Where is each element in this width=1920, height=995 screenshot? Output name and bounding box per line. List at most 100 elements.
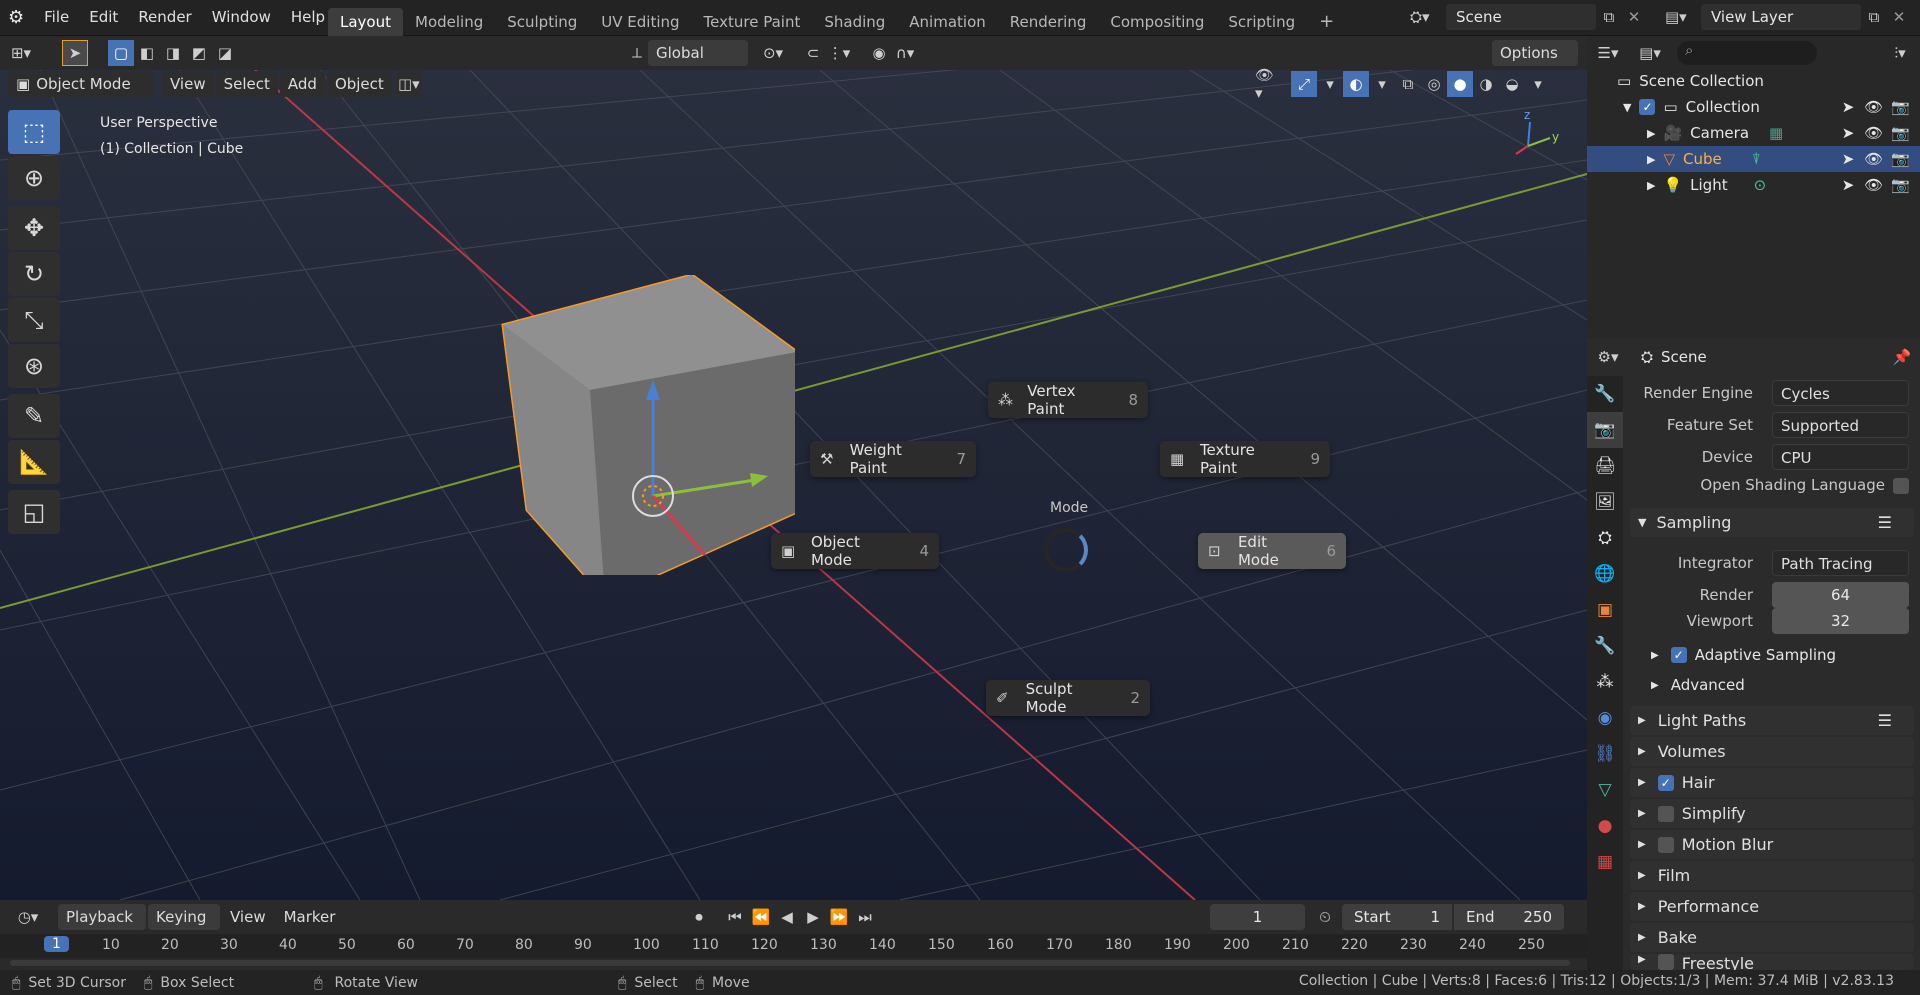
start-frame-field[interactable]: Start 1 [1342, 904, 1452, 930]
render-tab-icon[interactable]: 📷 [1587, 412, 1623, 448]
shading-wireframe-icon[interactable]: ◎ [1421, 71, 1447, 97]
falloff-icon[interactable]: ∩▾ [892, 40, 918, 66]
menu-object[interactable]: Object [326, 71, 392, 97]
texture-tab-icon[interactable]: ▦ [1587, 844, 1623, 880]
light-paths-panel[interactable]: ▶ Light Paths ☰ [1630, 706, 1914, 735]
gizmo-dropdown-icon[interactable]: ▾ [1317, 71, 1343, 97]
jump-start-icon[interactable]: ⏮ [722, 904, 748, 930]
output-tab-icon[interactable]: 🖨 [1587, 448, 1623, 484]
camera-data-icon[interactable]: ▦ [1769, 124, 1783, 142]
bake-panel[interactable]: ▶ Bake [1630, 923, 1914, 952]
mode-dropdown[interactable]: ▣ Object Mode [8, 71, 154, 97]
data-tab-icon[interactable]: ▽ [1587, 772, 1623, 808]
expand-arrow-icon[interactable]: ▶ [1647, 127, 1655, 140]
pie-item-edit-mode[interactable]: ⊡ Edit Mode 6 [1198, 533, 1346, 569]
rotate-tool-icon[interactable]: ↻ [8, 252, 60, 296]
view-layer-tab-icon[interactable]: 🖼 [1587, 484, 1623, 520]
timeline-editor-type-icon[interactable]: ◷▾ [8, 904, 48, 930]
render-toggle-icon[interactable]: 📷 [1891, 98, 1910, 116]
end-frame-field[interactable]: End 250 [1454, 904, 1564, 930]
select-intersect-icon[interactable]: ◪ [212, 40, 238, 66]
add-workspace-button[interactable]: + [1307, 8, 1346, 36]
freestyle-checkbox[interactable] [1657, 954, 1674, 970]
overlays-toggle-icon[interactable]: ◐ [1343, 71, 1369, 97]
jump-keyframe-forward-icon[interactable]: ⏩ [826, 904, 852, 930]
move-tool-icon[interactable]: ✥ [8, 206, 60, 250]
select-toggle-icon[interactable]: ➤ [1842, 124, 1855, 142]
transform-affect-icon[interactable]: ◫▾ [395, 71, 422, 97]
feature-set-dropdown[interactable]: Supported [1772, 412, 1909, 438]
record-icon[interactable]: ⏺ [686, 904, 712, 930]
osl-checkbox[interactable] [1893, 478, 1909, 494]
preview-range-icon[interactable]: ⏲ [1312, 904, 1338, 930]
mesh-data-icon[interactable]: ⍒ [1752, 150, 1761, 168]
delete-scene-icon[interactable]: ✕ [1622, 8, 1646, 26]
tab-layout[interactable]: Layout [328, 8, 403, 36]
menu-edit[interactable]: Edit [79, 0, 128, 34]
frame-ruler[interactable]: 1 10 20 30 40 50 60 70 80 90 100 110 120 130 140 150 160… [0, 934, 1587, 958]
adaptive-sampling-checkbox[interactable]: ✓ [1670, 647, 1687, 663]
new-view-layer-icon[interactable]: ⧉ [1861, 8, 1887, 26]
marker-menu[interactable]: Marker [276, 904, 344, 930]
options-dropdown[interactable]: Options [1492, 40, 1578, 66]
menu-render[interactable]: Render [128, 0, 201, 34]
select-box-tool-icon[interactable]: ⬚ [8, 110, 60, 154]
viewport-samples-field[interactable]: 32 [1772, 608, 1909, 634]
timeline-view-menu[interactable]: View [222, 904, 274, 930]
tab-shading[interactable]: Shading [812, 8, 897, 36]
select-toggle-icon[interactable]: ➤ [1842, 150, 1855, 168]
render-toggle-icon[interactable]: 📷 [1891, 176, 1910, 194]
scene-icon[interactable]: ⛭▾ [1410, 8, 1446, 26]
cursor-tool-icon[interactable]: ⊕ [8, 156, 60, 200]
advanced-subpanel[interactable]: ▶ Advanced [1651, 676, 1745, 694]
visibility-icon[interactable]: 👁▾ [1255, 66, 1281, 102]
tab-texture-paint[interactable]: Texture Paint [692, 8, 813, 36]
constraints-tab-icon[interactable]: ⛓ [1587, 736, 1623, 772]
new-scene-icon[interactable]: ⧉ [1596, 8, 1622, 26]
motion-blur-panel[interactable]: ▶ Motion Blur [1630, 830, 1914, 859]
motion-blur-checkbox[interactable] [1657, 836, 1674, 853]
physics-tab-icon[interactable]: ◉ [1587, 700, 1623, 736]
collection-checkbox[interactable]: ✓ [1639, 99, 1656, 115]
current-frame-field[interactable]: 1 [1210, 904, 1305, 930]
menu-add[interactable]: Add [279, 71, 325, 97]
timeline-scrollbar[interactable] [10, 960, 1570, 966]
gizmo-toggle-icon[interactable]: ⤢ [1291, 71, 1317, 97]
world-tab-icon[interactable]: 🌐 [1587, 556, 1623, 592]
freestyle-panel[interactable]: ▶ Freestyle [1630, 954, 1914, 970]
pie-item-weight-paint[interactable]: ⚒ Weight Paint 7 [810, 441, 976, 477]
presets-icon[interactable]: ☰ [1878, 513, 1892, 532]
hair-panel[interactable]: ▶ ✓ Hair [1630, 768, 1914, 797]
tab-sculpting[interactable]: Sculpting [495, 8, 589, 36]
outliner-item-light[interactable]: ▶ 💡 Light ⊙ ➤ 👁 📷 [1587, 172, 1920, 198]
pie-item-sculpt-mode[interactable]: ✐ Sculpt Mode 2 [986, 680, 1150, 716]
outliner-scene-collection[interactable]: ▭ Scene Collection [1587, 68, 1920, 94]
xray-toggle-icon[interactable]: ⧉ [1395, 71, 1421, 97]
snap-icon[interactable]: ⊂ [800, 40, 826, 66]
pie-item-object-mode[interactable]: ▣ Object Mode 4 [771, 533, 939, 569]
annotate-tool-icon[interactable]: ✎ [8, 394, 60, 438]
pivot-point-icon[interactable]: ⊙▾ [760, 40, 786, 66]
select-invert-icon[interactable]: ◩ [186, 40, 212, 66]
film-panel[interactable]: ▶ Film [1630, 861, 1914, 890]
outliner-item-collection[interactable]: ▼ ✓ ▭ Collection ➤ 👁 📷 [1587, 94, 1920, 120]
blender-logo-icon[interactable]: ⚙ [8, 7, 24, 28]
pie-item-texture-paint[interactable]: ▦ Texture Paint 9 [1160, 441, 1330, 477]
modifier-tab-icon[interactable]: 🔧 [1587, 628, 1623, 664]
measure-tool-icon[interactable]: 📐 [8, 440, 60, 484]
add-cube-tool-icon[interactable]: ◱ [8, 490, 60, 534]
shading-dropdown-icon[interactable]: ▾ [1525, 71, 1551, 97]
pie-item-vertex-paint[interactable]: ⁂ Vertex Paint 8 [988, 382, 1148, 418]
outliner-item-camera[interactable]: ▶ 🎥 Camera ▦ ➤ 👁 📷 [1587, 120, 1920, 146]
expand-arrow-icon[interactable]: ▶ [1647, 179, 1655, 192]
sampling-panel-header[interactable]: ▼ Sampling ☰ [1630, 508, 1914, 537]
proportional-edit-icon[interactable]: ◉ [866, 40, 892, 66]
keying-menu[interactable]: Keying [148, 904, 220, 930]
play-icon[interactable]: ▶ [800, 904, 826, 930]
snap-target-icon[interactable]: ⋮▾ [826, 40, 852, 66]
view-layer-field[interactable]: View Layer [1701, 4, 1861, 30]
tab-modeling[interactable]: Modeling [403, 8, 495, 36]
tab-compositing[interactable]: Compositing [1098, 8, 1216, 36]
editor-type-icon[interactable]: ⊞▾ [8, 40, 34, 66]
menu-file[interactable]: File [34, 0, 79, 34]
